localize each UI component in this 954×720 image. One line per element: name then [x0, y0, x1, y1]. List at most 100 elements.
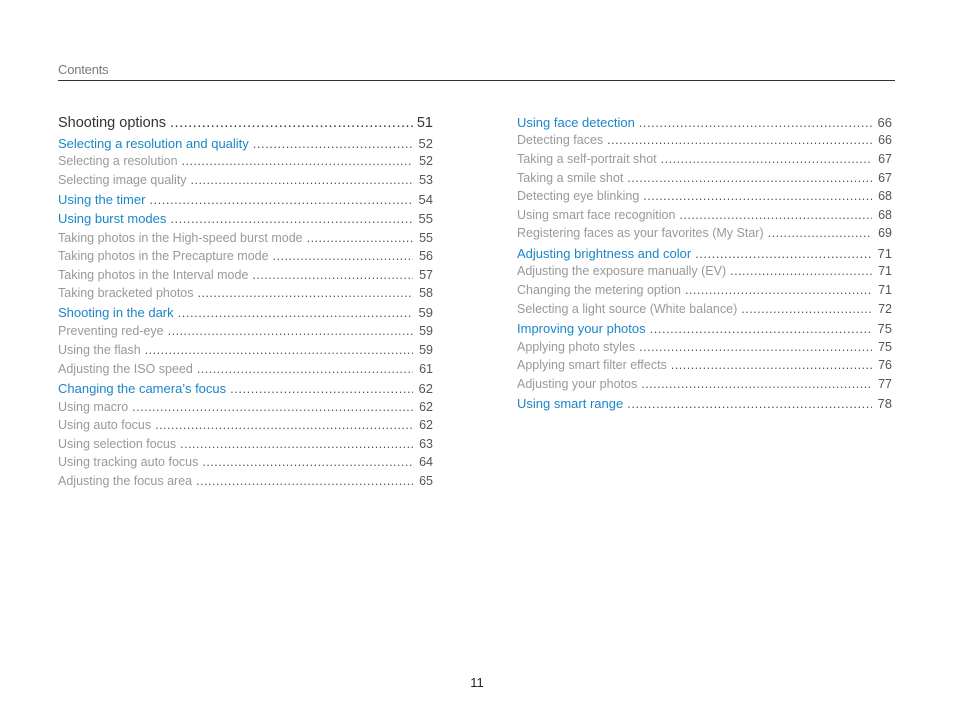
toc-entry-page: 56	[419, 249, 433, 263]
toc-subsection-link[interactable]: Adjusting your photos 77	[517, 377, 892, 391]
toc-entry-page: 55	[418, 211, 433, 226]
dot-leader	[671, 358, 872, 372]
toc-section-link[interactable]: Using face detection 66	[517, 115, 892, 130]
toc-subsection-link[interactable]: Using auto focus 62	[58, 418, 433, 432]
toc-entry-title: Selecting a resolution and quality	[58, 136, 249, 151]
toc-entry-title: Applying photo styles	[517, 340, 636, 354]
toc-subsection-link[interactable]: Taking bracketed photos 58	[58, 286, 433, 300]
toc-section-link[interactable]: Using the timer 54	[58, 192, 433, 207]
toc-subsection-link[interactable]: Using the flash 59	[58, 343, 433, 357]
dot-leader	[182, 154, 413, 168]
dot-leader	[679, 208, 872, 222]
toc-subsection-link[interactable]: Changing the metering option 71	[517, 283, 892, 297]
dot-leader	[607, 133, 872, 147]
toc-entry-page: 63	[419, 437, 433, 451]
header-label: Contents	[58, 62, 109, 77]
toc-entry-title: Shooting in the dark	[58, 305, 174, 320]
toc-section-link[interactable]: Shooting in the dark 59	[58, 305, 433, 320]
dot-leader	[273, 249, 413, 263]
toc-entry-title: Adjusting the ISO speed	[58, 362, 193, 376]
toc-entry-page: 78	[877, 396, 892, 411]
dot-leader	[627, 396, 872, 411]
toc-entry-page: 62	[419, 418, 433, 432]
toc-entry-title: Adjusting the focus area	[58, 474, 193, 488]
dot-leader	[230, 381, 413, 396]
dot-leader	[196, 474, 413, 488]
toc-entry-title: Using selection focus	[58, 437, 177, 451]
toc-entry-page: 69	[878, 226, 892, 240]
toc-subsection-link[interactable]: Using selection focus 63	[58, 437, 433, 451]
toc-entry-page: 67	[878, 171, 892, 185]
toc-entry-title: Taking photos in the High-speed burst mo…	[58, 231, 303, 245]
dot-leader	[180, 437, 413, 451]
dot-leader	[643, 189, 872, 203]
dot-leader	[149, 192, 413, 207]
toc-entry-title: Taking photos in the Precapture mode	[58, 249, 269, 263]
dot-leader	[741, 302, 872, 316]
toc-entry-page: 66	[877, 115, 892, 130]
toc-subsection-link[interactable]: Using tracking auto focus 64	[58, 455, 433, 469]
toc-entry-title: Using the flash	[58, 343, 141, 357]
toc-entry-title: Using tracking auto focus	[58, 455, 199, 469]
toc-entry-page: 51	[416, 115, 433, 131]
toc-entry-page: 59	[419, 324, 433, 338]
dot-leader	[132, 400, 413, 414]
toc-subsection-link[interactable]: Using macro 62	[58, 400, 433, 414]
dot-leader	[252, 268, 413, 282]
toc-subsection-link[interactable]: Applying photo styles 75	[517, 340, 892, 354]
dot-leader	[650, 321, 872, 336]
toc-entry-page: 71	[878, 283, 892, 297]
toc-subsection-link[interactable]: Adjusting the exposure manually (EV) 71	[517, 264, 892, 278]
dot-leader	[168, 324, 413, 338]
dot-leader	[178, 305, 413, 320]
toc-chapter[interactable]: Shooting options 51	[58, 115, 433, 131]
toc-subsection-link[interactable]: Preventing red-eye 59	[58, 324, 433, 338]
toc-entry-title: Applying smart filter effects	[517, 358, 667, 372]
toc-subsection-link[interactable]: Adjusting the focus area 65	[58, 474, 433, 488]
toc-subsection-link[interactable]: Selecting image quality 53	[58, 173, 433, 187]
toc-entry-title: Using smart face recognition	[517, 208, 676, 222]
dot-leader	[155, 418, 413, 432]
dot-leader	[661, 152, 872, 166]
toc-entry-title: Selecting a light source (White balance)	[517, 302, 738, 316]
toc-entry-page: 62	[419, 400, 433, 414]
toc-entry-page: 68	[878, 208, 892, 222]
toc-subsection-link[interactable]: Selecting a light source (White balance)…	[517, 302, 892, 316]
dot-leader	[170, 211, 413, 226]
toc-subsection-link[interactable]: Detecting faces 66	[517, 133, 892, 147]
toc-subsection-link[interactable]: Detecting eye blinking 68	[517, 189, 892, 203]
toc-entry-page: 55	[419, 231, 433, 245]
toc-section-link[interactable]: Using burst modes 55	[58, 211, 433, 226]
toc-subsection-link[interactable]: Adjusting the ISO speed 61	[58, 362, 433, 376]
toc-entry-page: 66	[878, 133, 892, 147]
toc-section-link[interactable]: Changing the camera’s focus 62	[58, 381, 433, 396]
toc-entry-page: 71	[877, 246, 892, 261]
toc-subsection-link[interactable]: Taking photos in the Precapture mode 56	[58, 249, 433, 263]
toc-subsection-link[interactable]: Taking photos in the High-speed burst mo…	[58, 231, 433, 245]
toc-entry-title: Taking bracketed photos	[58, 286, 194, 300]
toc-entry-page: 68	[878, 189, 892, 203]
toc-subsection-link[interactable]: Selecting a resolution 52	[58, 154, 433, 168]
toc-section-link[interactable]: Selecting a resolution and quality 52	[58, 136, 433, 151]
toc-subsection-link[interactable]: Taking a smile shot 67	[517, 171, 892, 185]
toc-entry-title: Shooting options	[58, 115, 167, 131]
toc-entry-page: 76	[878, 358, 892, 372]
toc-entry-title: Detecting faces	[517, 133, 604, 147]
dot-leader	[730, 264, 872, 278]
toc-entry-page: 52	[418, 136, 433, 151]
toc-section-link[interactable]: Improving your photos 75	[517, 321, 892, 336]
toc-entry-title: Improving your photos	[517, 321, 646, 336]
toc-section-link[interactable]: Adjusting brightness and color 71	[517, 246, 892, 261]
header-divider	[58, 80, 895, 81]
toc-subsection-link[interactable]: Applying smart filter effects 76	[517, 358, 892, 372]
toc-section-link[interactable]: Using smart range 78	[517, 396, 892, 411]
dot-leader	[685, 283, 872, 297]
toc-entry-page: 59	[419, 343, 433, 357]
toc-subsection-link[interactable]: Taking a self-portrait shot 67	[517, 152, 892, 166]
toc-subsection-link[interactable]: Using smart face recognition 68	[517, 208, 892, 222]
toc-entry-title: Changing the metering option	[517, 283, 682, 297]
toc-entry-page: 59	[418, 305, 433, 320]
dot-leader	[695, 246, 872, 261]
toc-subsection-link[interactable]: Taking photos in the Interval mode 57	[58, 268, 433, 282]
toc-subsection-link[interactable]: Registering faces as your favorites (My …	[517, 226, 892, 240]
